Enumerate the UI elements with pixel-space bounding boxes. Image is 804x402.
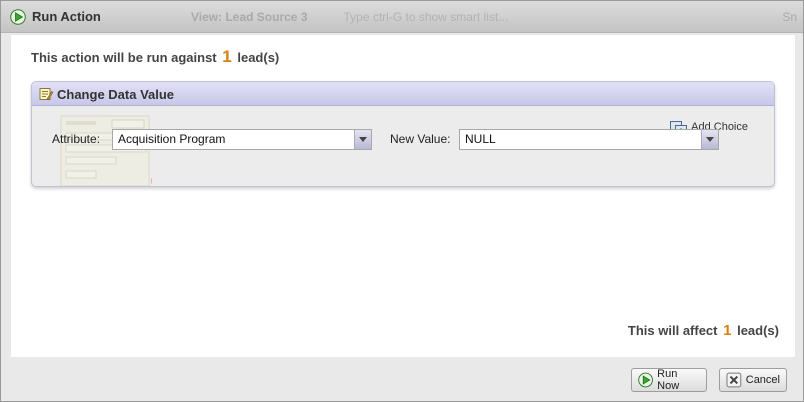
summary-count: 1 [222, 47, 232, 66]
affect-text: This will affect 1 lead(s) [628, 322, 779, 339]
dialog-footer: Run Now Cancel [1, 358, 803, 401]
panel-body: Add Choice Attribute: Acquisition Progra… [32, 107, 774, 186]
background-hint: Type ctrl-G to show smart list... [343, 10, 509, 24]
chevron-down-icon[interactable] [701, 130, 718, 149]
panel-title: Change Data Value [57, 87, 175, 102]
background-view-title: View: Lead Source 3 Type ctrl-G to show s… [191, 10, 508, 24]
run-now-label: Run Now [657, 368, 680, 392]
affect-suffix: lead(s) [737, 323, 779, 338]
run-action-dialog: Run Action View: Lead Source 3 Type ctrl-… [0, 0, 804, 402]
new-value-select-value: NULL [465, 132, 496, 146]
dialog-titlebar[interactable]: Run Action View: Lead Source 3 Type ctrl-… [1, 1, 803, 33]
summary-prefix: This action will be run against [31, 50, 217, 65]
new-value-label: New Value: [390, 132, 451, 146]
attribute-select-value: Acquisition Program [118, 132, 226, 146]
edit-icon [39, 88, 53, 101]
affect-prefix: This will affect [627, 323, 718, 338]
background-view-label: View: Lead Source 3 [191, 10, 308, 24]
cancel-button[interactable]: Cancel [719, 368, 787, 392]
dialog-title: Run Action [32, 9, 101, 24]
play-icon [10, 9, 26, 25]
cancel-icon [726, 372, 742, 388]
summary-suffix: lead(s) [237, 50, 280, 65]
change-data-value-panel: Change Data Value Add Choice Attribute: … [31, 81, 775, 187]
chevron-down-icon[interactable] [354, 130, 371, 149]
attribute-label: Attribute: [52, 132, 101, 146]
cancel-label: Cancel [745, 374, 780, 386]
dialog-content: This action will be run against 1 lead(s… [11, 35, 795, 357]
form-watermark-icon [60, 115, 152, 186]
attribute-select[interactable]: Acquisition Program [112, 129, 372, 150]
affect-count: 1 [723, 322, 732, 339]
panel-header: Change Data Value [32, 82, 774, 106]
run-now-button[interactable]: Run Now [631, 368, 707, 392]
new-value-select[interactable]: NULL [459, 129, 719, 150]
summary-text: This action will be run against 1 lead(s… [31, 47, 279, 67]
run-icon [638, 372, 653, 388]
background-right-text: Sn [782, 10, 797, 24]
